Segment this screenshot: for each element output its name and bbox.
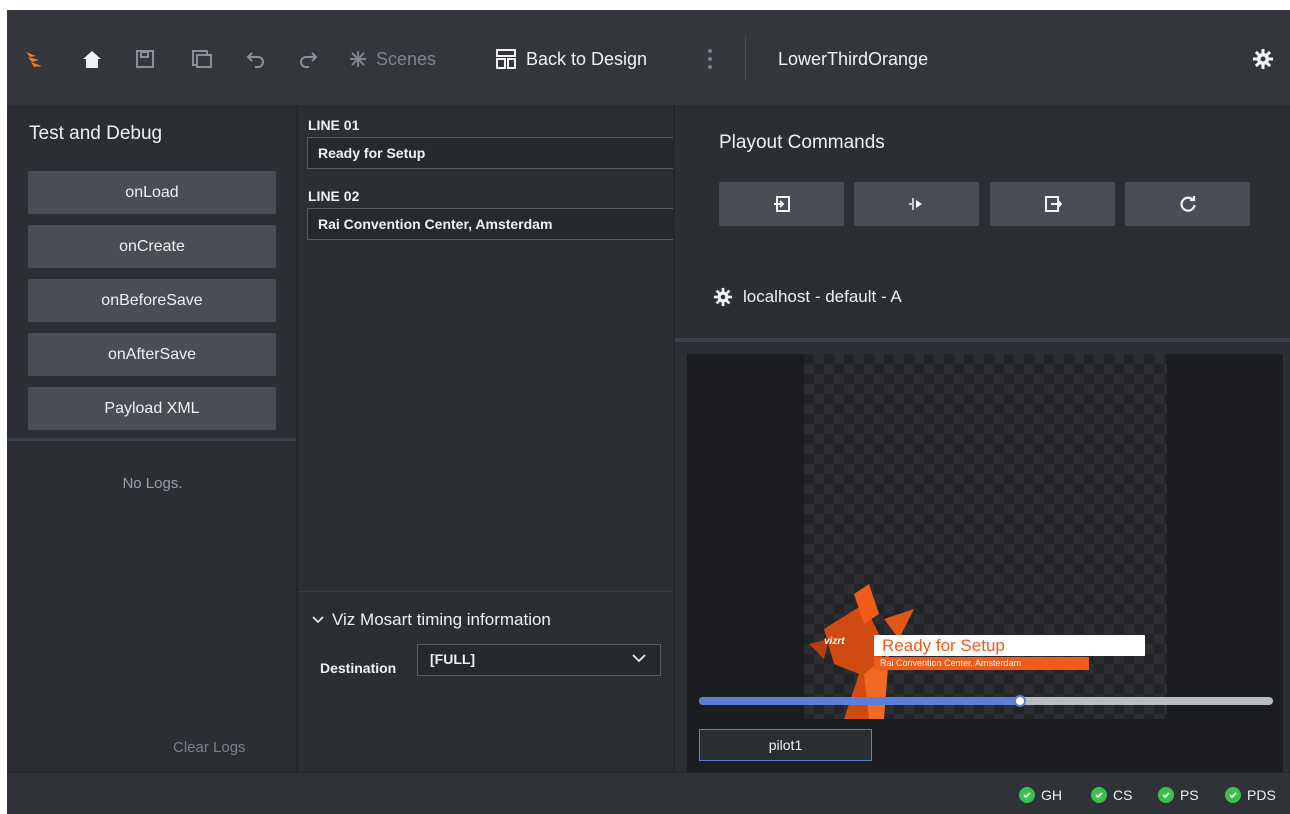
status-pds: PDS xyxy=(1225,787,1276,803)
status-label: CS xyxy=(1113,787,1133,803)
preview-divider xyxy=(675,338,1290,342)
toolbar: Scenes Back to Design LowerThirdOrange xyxy=(7,10,1290,105)
status-label: PS xyxy=(1180,787,1199,803)
payload-xml-button[interactable]: Payload XML xyxy=(28,387,276,430)
check-circle-icon xyxy=(1091,787,1107,803)
timing-divider xyxy=(298,591,673,592)
status-label: GH xyxy=(1041,787,1062,803)
destination-select[interactable]: [FULL] xyxy=(417,644,661,676)
destination-value: [FULL] xyxy=(430,651,476,667)
line01-input[interactable]: Ready for Setup xyxy=(307,137,675,169)
check-circle-icon xyxy=(1019,787,1035,803)
chevron-down-icon xyxy=(312,616,324,624)
playout-commands-title: Playout Commands xyxy=(719,132,885,153)
line02-label: LINE 02 xyxy=(308,188,360,204)
status-bar: GH CS PS PDS xyxy=(7,772,1290,814)
lower-third-title: Ready for Setup xyxy=(874,635,1145,656)
take-out-button[interactable] xyxy=(990,182,1115,226)
playout-panel: Playout Commands localhost - default - A… xyxy=(673,105,1290,773)
continue-icon xyxy=(908,198,922,210)
toolbar-divider xyxy=(745,36,746,80)
status-cs: CS xyxy=(1091,787,1132,803)
status-ps: PS xyxy=(1158,787,1199,803)
oncreate-button[interactable]: onCreate xyxy=(28,225,276,268)
gear-icon xyxy=(713,287,733,307)
no-logs-text: No Logs. xyxy=(122,475,183,492)
take-in-icon xyxy=(773,196,790,212)
scenes-button[interactable]: Scenes xyxy=(348,44,436,74)
onaftersave-button[interactable]: onAfterSave xyxy=(28,333,276,376)
more-menu-icon[interactable] xyxy=(707,44,713,74)
timeline-scrubber[interactable] xyxy=(699,695,1273,707)
onload-button[interactable]: onLoad xyxy=(28,171,276,214)
check-circle-icon xyxy=(1225,787,1241,803)
vizrt-logo: vizrt xyxy=(824,636,845,647)
line02-input[interactable]: Rai Convention Center, Amsterdam xyxy=(307,208,675,240)
take-out-icon xyxy=(1044,196,1062,212)
undo-icon[interactable] xyxy=(245,44,267,74)
destination-label: Destination xyxy=(320,660,397,676)
update-button[interactable] xyxy=(1125,182,1250,226)
home-icon[interactable] xyxy=(81,44,103,74)
template-name-text: LowerThirdOrange xyxy=(778,48,929,69)
log-divider xyxy=(7,438,296,441)
save-as-icon[interactable] xyxy=(191,44,213,74)
redo-icon[interactable] xyxy=(297,44,319,74)
save-icon[interactable] xyxy=(135,44,155,74)
take-in-button[interactable] xyxy=(719,182,844,226)
test-debug-title: Test and Debug xyxy=(29,123,163,144)
app-logo-icon xyxy=(24,44,46,74)
host-label: localhost - default - A xyxy=(743,287,902,306)
fields-panel: LINE 01 Ready for Setup LINE 02 Rai Conv… xyxy=(298,105,675,772)
app-window: Scenes Back to Design LowerThirdOrange T… xyxy=(7,10,1290,814)
continue-button[interactable] xyxy=(854,182,979,226)
scenes-icon xyxy=(350,51,366,67)
playout-host[interactable]: localhost - default - A xyxy=(713,287,902,307)
timing-section-title: Viz Mosart timing information xyxy=(332,610,551,629)
chevron-down-icon xyxy=(632,654,646,663)
test-debug-panel: Test and Debug onLoad onCreate onBeforeS… xyxy=(7,105,298,772)
settings-gear-icon[interactable] xyxy=(1252,44,1274,74)
timeline-progress xyxy=(699,697,1021,705)
status-label: PDS xyxy=(1247,787,1276,803)
clear-logs-link[interactable]: Clear Logs xyxy=(173,739,246,756)
pilot-button[interactable]: pilot1 xyxy=(699,729,872,761)
template-name: LowerThirdOrange xyxy=(778,44,928,74)
back-to-design-button[interactable]: Back to Design xyxy=(495,44,647,74)
timing-section-toggle[interactable]: Viz Mosart timing information xyxy=(312,610,551,630)
back-to-design-label: Back to Design xyxy=(526,48,648,69)
check-circle-icon xyxy=(1158,787,1174,803)
preview-viewport: vizrt Ready for Setup Rai Convention Cen… xyxy=(687,354,1283,773)
design-layout-icon xyxy=(496,49,516,69)
line01-label: LINE 01 xyxy=(308,117,360,133)
lower-third-subtitle: Rai Convention Center, Amsterdam xyxy=(874,657,1089,670)
refresh-icon xyxy=(1180,196,1196,212)
onbeforesave-button[interactable]: onBeforeSave xyxy=(28,279,276,322)
status-gh: GH xyxy=(1019,787,1062,803)
scenes-label: Scenes xyxy=(376,48,437,69)
